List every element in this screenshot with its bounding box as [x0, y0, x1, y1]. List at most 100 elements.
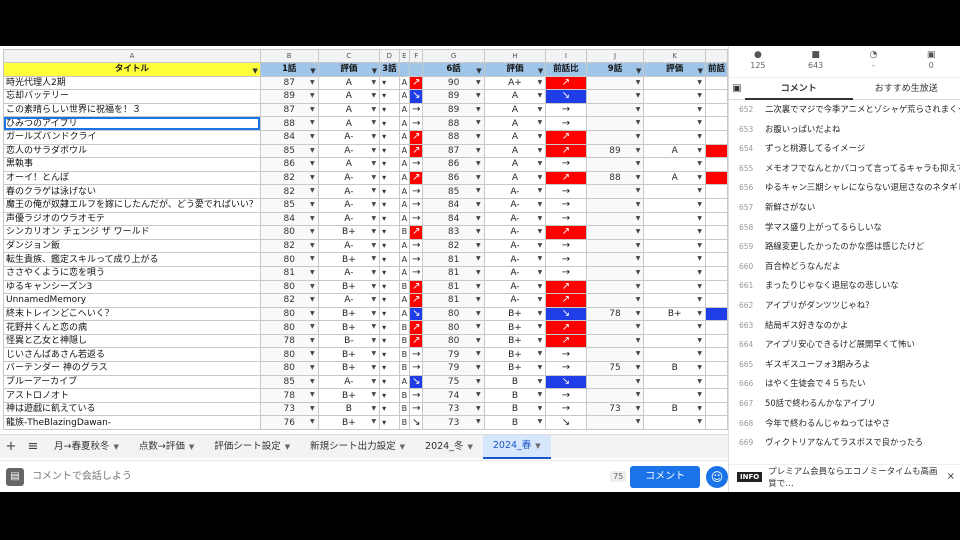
dropdown-icon[interactable]: ▼ [538, 172, 543, 184]
episode6-score-cell[interactable]: 90 ▼ [422, 75, 485, 91]
dropdown-icon[interactable]: ▼ [372, 77, 377, 89]
episode9-grade-cell[interactable]: ▼ [643, 75, 706, 91]
dropdown-icon[interactable]: ▼ [697, 267, 702, 279]
chevron-down-icon[interactable]: ▼ [467, 435, 472, 459]
episode6-grade-cell[interactable]: A- ▼ [483, 211, 547, 227]
episode3-cell[interactable]: ▾ [379, 116, 400, 131]
dropdown-icon[interactable]: ▼ [372, 118, 377, 130]
dropdown-icon[interactable]: ▼ [476, 295, 481, 307]
episode3-grade-cell[interactable]: B [398, 361, 411, 376]
dropdown-icon[interactable]: ▼ [538, 403, 543, 415]
dropdown-icon[interactable]: ▼ [476, 267, 481, 279]
sheet-tab[interactable]: 2024_冬 ▼ [415, 435, 483, 459]
column-letter[interactable]: G [422, 49, 485, 63]
episode9-score-cell[interactable]: ▼ [585, 211, 645, 227]
close-icon[interactable]: × [947, 471, 955, 482]
dropdown-icon[interactable]: ▼ [538, 267, 543, 279]
dropdown-icon[interactable]: ▼ [372, 308, 377, 320]
episode3-grade-cell[interactable]: B [398, 388, 411, 403]
dropdown-icon[interactable]: ▼ [372, 199, 377, 211]
episode1-grade-cell[interactable]: A ▼ [317, 89, 381, 104]
episode9-grade-cell[interactable]: ▼ [643, 116, 706, 131]
episode3-cell[interactable]: ▾ [379, 401, 400, 417]
episode9-score-cell[interactable]: ▼ [585, 225, 645, 240]
dropdown-icon[interactable]: ▼ [310, 145, 315, 157]
episode6-grade-cell[interactable]: A- ▼ [483, 225, 547, 240]
dropdown-icon[interactable]: ▼ [538, 104, 543, 116]
episode9-score-cell[interactable]: ▼ [585, 374, 645, 390]
column-letter[interactable] [704, 49, 728, 63]
episode9-score-cell[interactable]: ▼ [585, 415, 645, 431]
episode9-grade-cell[interactable]: ▼ [643, 157, 706, 172]
episode1-grade-cell[interactable]: A- ▼ [317, 129, 381, 145]
dropdown-icon[interactable]: ▼ [538, 227, 543, 239]
dropdown-icon[interactable]: ▼ [697, 186, 702, 198]
episode3-grade-cell[interactable]: B [398, 347, 411, 363]
episode1-grade-cell[interactable]: B+ ▼ [317, 388, 381, 403]
episode6-grade-cell[interactable]: A- ▼ [483, 265, 547, 281]
episode1-grade-cell[interactable]: B+ ▼ [317, 347, 381, 363]
dropdown-icon[interactable]: ▼ [538, 145, 543, 157]
episode6-grade-cell[interactable]: A- ▼ [483, 293, 547, 308]
comment-item[interactable]: 665 ギスギスユーフォ3期みろよ [729, 355, 960, 375]
dropdown-icon[interactable]: ▼ [636, 104, 641, 116]
dropdown-icon[interactable]: ▼ [476, 118, 481, 130]
episode9-grade-cell[interactable]: ▼ [643, 225, 706, 240]
dropdown-icon[interactable]: ▼ [636, 390, 641, 402]
dropdown-icon[interactable]: ▼ [310, 322, 315, 334]
dropdown-icon[interactable]: ▼ [538, 295, 543, 307]
episode3-grade-cell[interactable]: A [398, 184, 411, 199]
episode9-grade-cell[interactable]: ▼ [643, 293, 706, 308]
dropdown-icon[interactable]: ▼ [476, 159, 481, 171]
episode6-grade-cell[interactable]: A- ▼ [483, 238, 547, 254]
episode9-score-cell[interactable]: 75 ▼ [585, 361, 645, 376]
title-cell[interactable]: この素晴らしい世界に祝福を！３ [3, 102, 261, 118]
episode3-cell[interactable]: ▾ [379, 320, 400, 335]
dropdown-icon[interactable]: ▼ [538, 390, 543, 402]
dropdown-icon[interactable]: ▼ [697, 131, 702, 143]
episode9-score-cell[interactable]: ▼ [585, 293, 645, 308]
episode9-score-cell[interactable]: ▼ [585, 184, 645, 199]
episode3-cell[interactable]: ▾ [379, 89, 400, 104]
episode9-grade-cell[interactable]: ▼ [643, 347, 706, 363]
episode1-grade-cell[interactable]: A- ▼ [317, 197, 381, 213]
comment-item[interactable]: 654 ずっと桃源してるイメージ [729, 139, 960, 159]
episode3-grade-cell[interactable]: A [398, 143, 411, 159]
episode3-cell[interactable]: ▾ [379, 129, 400, 145]
dropdown-icon[interactable]: ▼ [636, 159, 641, 171]
episode6-score-cell[interactable]: 85 ▼ [422, 184, 485, 199]
episode3-cell[interactable]: ▾ [379, 157, 400, 172]
episode6-grade-cell[interactable]: B+ ▼ [483, 361, 547, 376]
episode1-score-cell[interactable]: 85 ▼ [259, 374, 319, 390]
title-cell[interactable]: 神は遊戯に飢えている [3, 401, 261, 417]
dropdown-icon[interactable]: ▼ [538, 281, 543, 293]
episode6-score-cell[interactable]: 80 ▼ [422, 306, 485, 322]
episode9-score-cell[interactable]: 78 ▼ [585, 306, 645, 322]
episode1-score-cell[interactable]: 86 ▼ [259, 157, 319, 172]
dropdown-icon[interactable]: ▼ [310, 376, 315, 388]
episode6-grade-cell[interactable]: A ▼ [483, 129, 547, 145]
dropdown-icon[interactable]: ▼ [310, 104, 315, 116]
episode6-score-cell[interactable]: 74 ▼ [422, 388, 485, 403]
column-letter[interactable]: A [3, 49, 261, 63]
episode6-score-cell[interactable]: 86 ▼ [422, 170, 485, 186]
dropdown-icon[interactable]: ▼ [697, 335, 702, 347]
dropdown-icon[interactable]: ▼ [697, 308, 702, 320]
column-letter[interactable]: B [259, 49, 319, 63]
episode1-score-cell[interactable]: 84 ▼ [259, 129, 319, 145]
title-cell[interactable]: ダンジョン飯 [3, 238, 261, 254]
episode6-grade-cell[interactable]: A ▼ [483, 89, 547, 104]
dropdown-icon[interactable]: ▼ [636, 91, 641, 103]
dropdown-icon[interactable]: ▼ [538, 349, 543, 361]
dropdown-icon[interactable]: ▼ [372, 417, 377, 429]
dropdown-icon[interactable]: ▼ [697, 159, 702, 171]
title-cell[interactable]: ゆるキャンシーズン3 [3, 279, 261, 295]
episode1-score-cell[interactable]: 80 ▼ [259, 306, 319, 322]
dropdown-icon[interactable]: ▼ [636, 172, 641, 184]
filter-icon[interactable]: ▼ [538, 65, 543, 75]
episode1-score-cell[interactable]: 80 ▼ [259, 225, 319, 240]
dropdown-icon[interactable]: ▼ [538, 159, 543, 171]
episode1-grade-cell[interactable]: A- ▼ [317, 238, 381, 254]
episode3-cell[interactable]: ▾ [379, 143, 400, 159]
dropdown-icon[interactable]: ▼ [636, 199, 641, 211]
